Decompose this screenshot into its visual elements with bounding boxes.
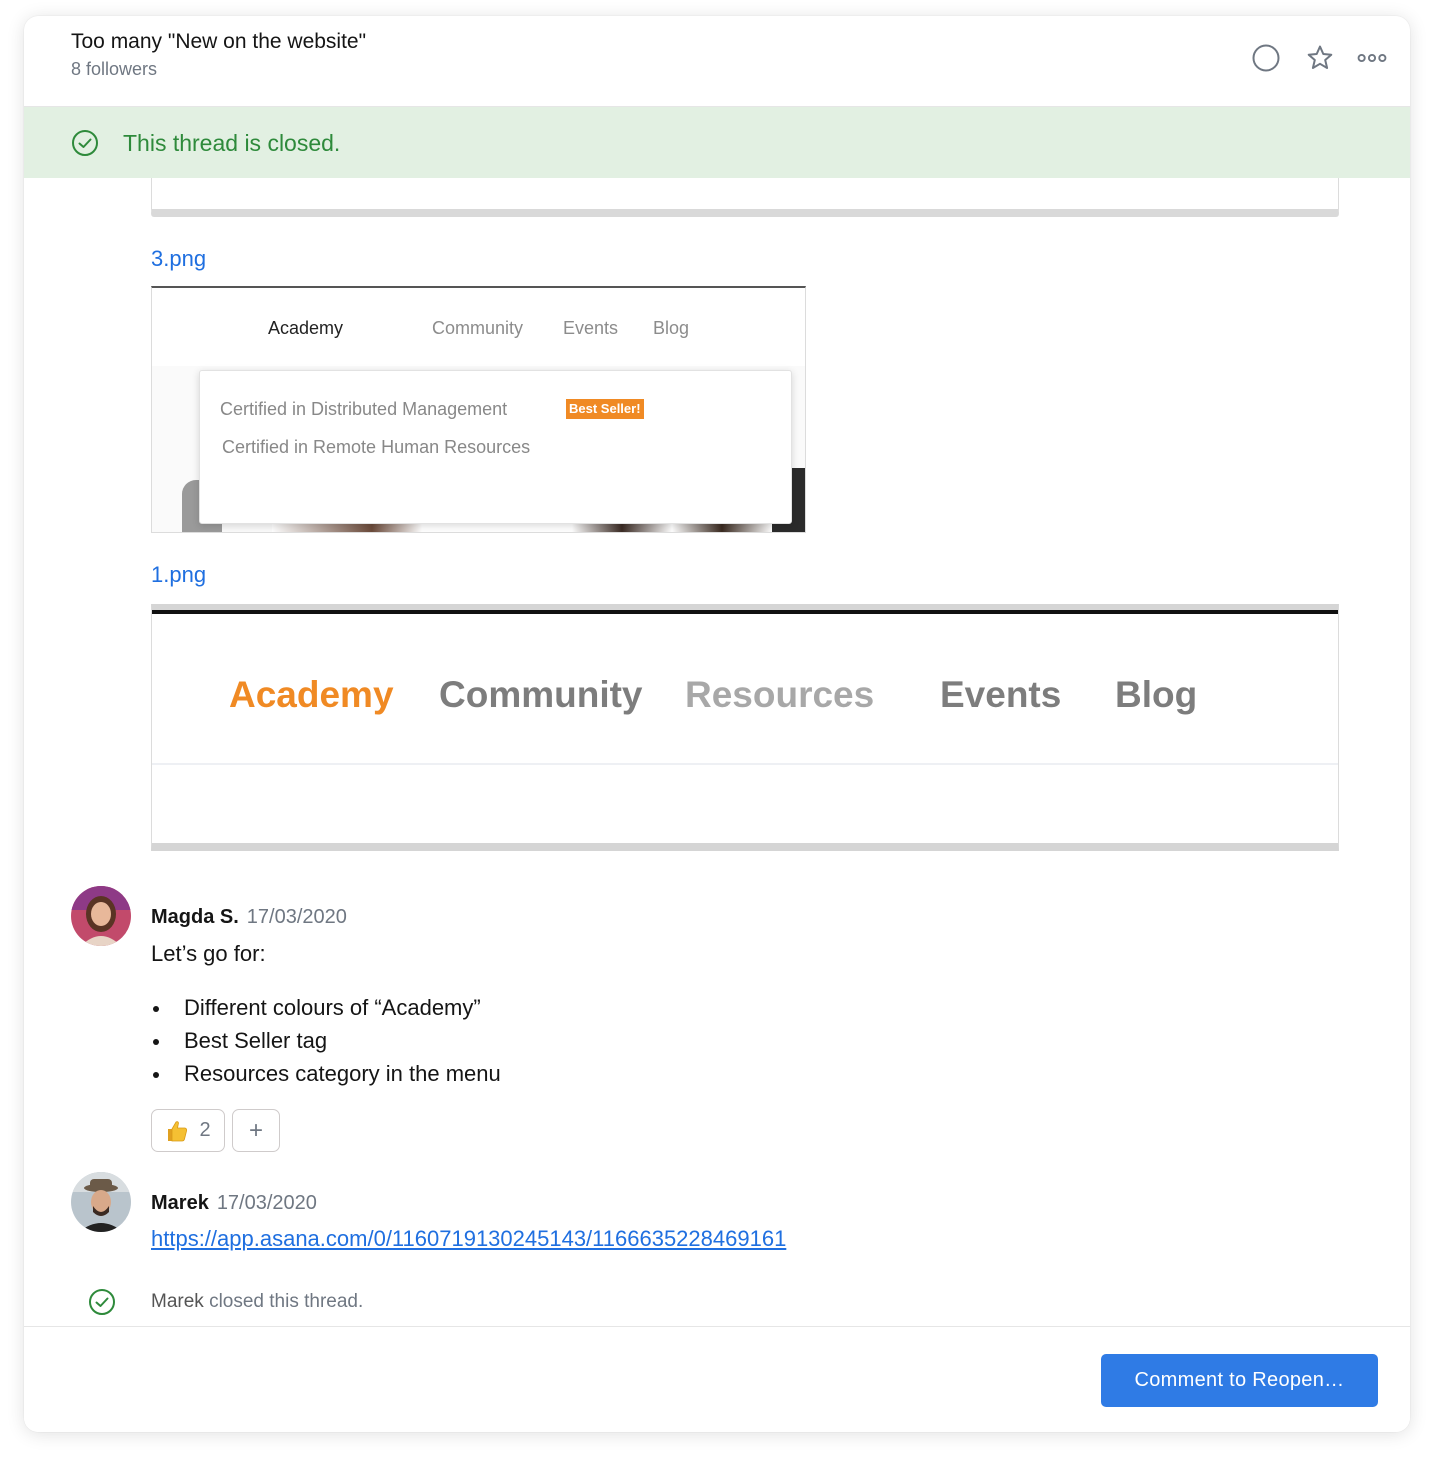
reaction-count: 2 xyxy=(199,1119,211,1141)
thread-content[interactable]: 3.png Academy Community Events Blog Cert… xyxy=(24,178,1410,1326)
preview-nav-community: Community xyxy=(439,674,643,715)
dropdown-item: Certified in Distributed Management xyxy=(220,399,508,419)
best-seller-badge: Best Seller! xyxy=(566,399,644,419)
list-item: Different colours of “Academy” xyxy=(151,991,501,1024)
preview-nav-events: Events xyxy=(563,318,619,338)
thread-title: Too many "New on the website" xyxy=(71,30,367,53)
star-icon[interactable] xyxy=(1304,42,1336,74)
preview-nav-academy: Academy xyxy=(229,674,394,715)
event-actor[interactable]: Marek xyxy=(151,1291,204,1312)
thumbs-up-reaction-button[interactable]: 2 xyxy=(151,1109,225,1152)
thread-panel: Too many "New on the website" 8 follower… xyxy=(24,16,1410,1432)
preview-nav-community: Community xyxy=(432,318,524,338)
thumbs-up-icon xyxy=(165,1119,189,1143)
avatar[interactable] xyxy=(71,1172,131,1232)
comment-to-reopen-button[interactable]: Comment to Reopen… xyxy=(1101,1354,1378,1407)
attachment-preview-1png[interactable]: Academy Community Resources Events Blog xyxy=(151,604,1339,851)
list-item: Resources category in the menu xyxy=(151,1057,501,1090)
comment-author-name[interactable]: Magda S. xyxy=(151,906,239,928)
check-circle-icon xyxy=(71,129,99,162)
comment-date: 17/03/2020 xyxy=(216,1192,317,1214)
attachment-preview-previous[interactable] xyxy=(151,178,1339,217)
comment-author[interactable]: Magda S. 17/03/2020 xyxy=(151,906,347,929)
comment-text: Let’s go for: xyxy=(151,941,266,966)
preview-nav-events: Events xyxy=(940,674,1062,715)
comment-author-name[interactable]: Marek xyxy=(151,1192,209,1214)
preview-nav-blog: Blog xyxy=(1115,674,1198,715)
thread-closed-event: Marek closed this thread. xyxy=(151,1291,363,1313)
check-circle-icon xyxy=(88,1288,116,1321)
attachment-link-3png[interactable]: 3.png xyxy=(151,246,206,272)
complete-circle-icon[interactable] xyxy=(1250,42,1282,74)
event-text: closed this thread. xyxy=(203,1291,364,1312)
preview-nav-blog: Blog xyxy=(653,318,690,338)
avatar[interactable] xyxy=(71,886,131,946)
dropdown-item: Certified in Remote Human Resources xyxy=(222,437,531,457)
closed-banner: This thread is closed. xyxy=(24,107,1410,178)
preview-nav-resources: Resources xyxy=(685,674,875,715)
followers-count[interactable]: 8 followers xyxy=(71,59,157,80)
comment-link[interactable]: https://app.asana.com/0/1160719130245143… xyxy=(151,1226,786,1252)
comment-author[interactable]: Marek 17/03/2020 xyxy=(151,1192,317,1215)
banner-text: This thread is closed. xyxy=(123,130,341,156)
attachment-preview-3png[interactable]: Academy Community Events Blog Certified … xyxy=(151,286,806,533)
add-reaction-button[interactable]: + xyxy=(232,1109,280,1152)
comment-bullet-list: Different colours of “Academy” Best Sell… xyxy=(151,991,501,1090)
thread-header: Too many "New on the website" 8 follower… xyxy=(24,16,1410,107)
preview-photo xyxy=(272,524,772,532)
preview-nav-academy: Academy xyxy=(268,318,344,338)
thread-footer: Comment to Reopen… xyxy=(24,1326,1410,1432)
more-icon[interactable] xyxy=(1356,42,1388,74)
comment-date: 17/03/2020 xyxy=(246,906,347,928)
list-item: Best Seller tag xyxy=(151,1024,501,1057)
attachment-link-1png[interactable]: 1.png xyxy=(151,562,206,588)
preview-dropdown: Certified in Distributed Management Best… xyxy=(199,370,792,524)
